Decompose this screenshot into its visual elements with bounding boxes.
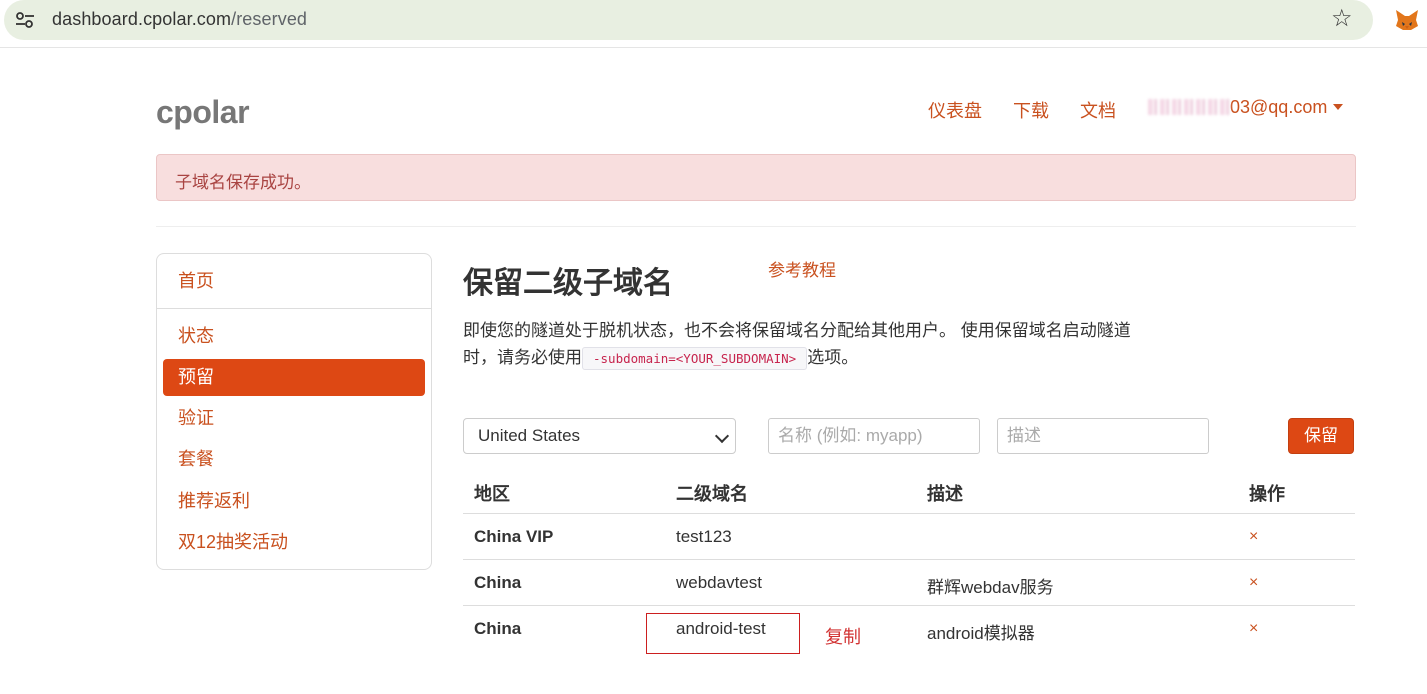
table-header-divider <box>463 513 1355 514</box>
column-header-subdomain: 二级域名 <box>676 484 748 504</box>
site-settings-icon[interactable] <box>14 10 36 30</box>
nav-docs[interactable]: 文档 <box>1080 97 1116 123</box>
bookmark-star-icon[interactable]: ☆ <box>1331 7 1353 31</box>
description-text-end: 选项。 <box>807 348 859 367</box>
sidebar-item-status[interactable]: 状态 <box>163 318 425 355</box>
tutorial-link[interactable]: 参考教程 <box>768 256 836 281</box>
toolbar-divider <box>0 47 1427 48</box>
column-header-actions: 操作 <box>1249 484 1285 504</box>
table-cell-region: China <box>474 619 522 638</box>
success-alert: 子域名保存成功。 <box>156 154 1356 201</box>
table-row-divider <box>463 559 1355 560</box>
user-menu[interactable]: 03@qq.com <box>1148 97 1344 118</box>
chevron-down-icon <box>714 428 730 444</box>
page-title: 保留二级子域名 <box>463 267 673 300</box>
delete-icon[interactable]: × <box>1249 574 1258 592</box>
page-description: 即使您的隧道处于脱机状态，也不会将保留域名分配给其他用户。 使用保留域名启动隧道… <box>463 317 1163 372</box>
url-text[interactable]: dashboard.cpolar.com/reserved <box>52 9 307 30</box>
delete-icon[interactable]: × <box>1249 620 1258 638</box>
url-path: /reserved <box>231 9 308 29</box>
column-header-region: 地区 <box>474 484 510 504</box>
browser-toolbar: dashboard.cpolar.com/reserved ☆ <box>0 0 1427 46</box>
subdomain-name-input[interactable] <box>768 418 980 454</box>
user-email: 03@qq.com <box>1230 97 1328 117</box>
sidebar-item-auth[interactable]: 验证 <box>163 400 425 437</box>
subdomain-option-code: -subdomain=<YOUR_SUBDOMAIN> <box>582 347 808 370</box>
table-cell-description: 群辉webdav服务 <box>927 578 1054 597</box>
table-cell-subdomain: webdavtest <box>676 573 762 592</box>
delete-icon[interactable]: × <box>1249 528 1258 546</box>
column-header-description: 描述 <box>927 484 963 504</box>
sidebar: 首页 状态 预留 验证 套餐 推荐返利 双12抽奖活动 <box>156 253 432 570</box>
sidebar-item-reserved[interactable]: 预留 <box>163 359 425 396</box>
region-select[interactable]: United States <box>463 418 736 454</box>
table-cell-region: China <box>474 573 522 592</box>
reserve-button[interactable]: 保留 <box>1288 418 1354 454</box>
address-bar[interactable]: dashboard.cpolar.com/reserved <box>4 0 1373 40</box>
url-host: dashboard.cpolar.com <box>52 9 232 29</box>
highlight-annotation-box <box>646 613 800 654</box>
table-row-divider <box>463 605 1355 606</box>
sidebar-item-home[interactable]: 首页 <box>163 263 425 300</box>
sidebar-item-referral[interactable]: 推荐返利 <box>163 483 425 520</box>
alert-message: 子域名保存成功。 <box>175 173 311 192</box>
nav-dashboard[interactable]: 仪表盘 <box>928 97 982 123</box>
nav-download[interactable]: 下载 <box>1013 97 1049 123</box>
region-select-value: United States <box>478 426 581 445</box>
table-cell-region: China VIP <box>474 527 554 546</box>
caret-down-icon <box>1333 104 1344 110</box>
brand-logo[interactable]: cpolar <box>156 94 250 131</box>
table-cell-subdomain: test123 <box>676 527 732 546</box>
metamask-fox-icon[interactable] <box>1394 8 1420 32</box>
sidebar-item-lottery[interactable]: 双12抽奖活动 <box>163 524 425 561</box>
sidebar-item-plans[interactable]: 套餐 <box>163 441 425 478</box>
sidebar-divider <box>157 308 431 309</box>
description-input[interactable] <box>997 418 1209 454</box>
copy-annotation-label: 复制 <box>825 627 861 647</box>
section-divider <box>156 226 1356 227</box>
redacted-email-part <box>1148 99 1230 115</box>
table-cell-description: android模拟器 <box>927 624 1035 643</box>
